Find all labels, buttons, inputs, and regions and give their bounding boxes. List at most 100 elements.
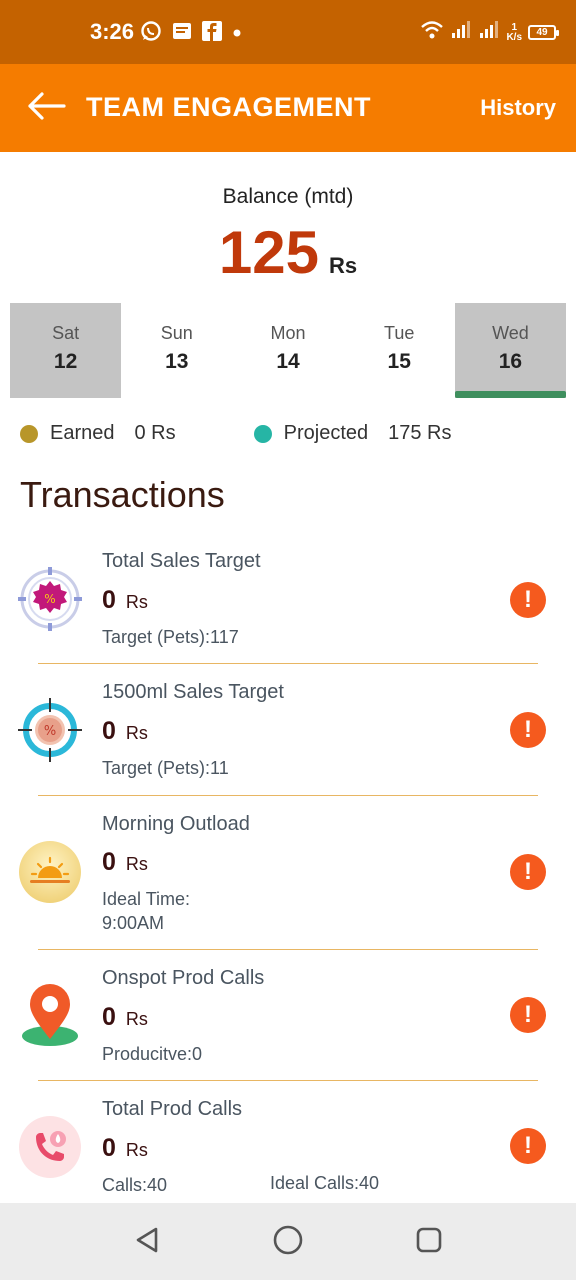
legend-earned: Earned 0 Rs	[20, 422, 176, 445]
transaction-amount: 0 Rs	[102, 717, 148, 746]
amount-unit: Rs	[125, 1140, 148, 1160]
earned-dot-icon	[20, 424, 38, 443]
amount-unit: Rs	[125, 592, 148, 612]
balance-label: Balance (mtd)	[222, 185, 354, 208]
history-button[interactable]: History	[480, 95, 556, 121]
projected-label: Projected	[283, 422, 369, 444]
day-number: 14	[276, 350, 300, 373]
facebook-icon	[202, 21, 222, 46]
amount-value: 0	[102, 586, 116, 614]
divider	[38, 949, 538, 950]
nav-back-button[interactable]	[130, 1225, 164, 1259]
balance-unit: Rs	[328, 253, 358, 278]
day-name: Sun	[160, 323, 193, 343]
day-selector: Sat 12 Sun 13 Mon 14 Tue 15 Wed 16	[10, 303, 567, 398]
dot-icon	[232, 25, 242, 43]
earned-label: Earned	[50, 422, 115, 444]
alert-icon[interactable]: !	[510, 1128, 546, 1164]
system-nav-bar	[0, 1203, 576, 1280]
transaction-detail-value: 9:00AM	[102, 913, 165, 933]
system-icons: 1 K/s 49	[420, 20, 559, 45]
day-tab-sat[interactable]: Sat 12	[10, 303, 122, 398]
day-tab-tue[interactable]: Tue 15	[344, 303, 455, 398]
transaction-amount: 0 Rs	[102, 848, 148, 877]
active-day-indicator	[454, 391, 567, 398]
transaction-detail: Target (Pets):11	[102, 758, 229, 778]
battery-level: 49	[536, 27, 548, 38]
nav-recents-button[interactable]	[412, 1225, 446, 1259]
transaction-detail-secondary: Ideal Calls:40	[270, 1173, 380, 1193]
day-tab-mon[interactable]: Mon 14	[232, 303, 343, 398]
transaction-amount: 0 Rs	[102, 586, 148, 615]
transactions-heading: Transactions	[20, 474, 225, 515]
arrow-left-icon	[26, 91, 66, 126]
day-name: Mon	[270, 323, 306, 343]
divider	[38, 795, 538, 796]
phone-call-icon	[18, 1115, 82, 1179]
day-number: 13	[165, 350, 189, 373]
balance-legend: Earned 0 Rs Projected 175 Rs	[20, 422, 452, 445]
amount-value: 0	[102, 1134, 116, 1162]
transaction-title: Morning Outload	[102, 813, 250, 835]
svg-text:%: %	[44, 724, 56, 739]
day-name: Wed	[492, 323, 529, 343]
sunrise-icon	[18, 840, 82, 904]
balance-value: 125	[218, 219, 319, 286]
transaction-detail: Producitve:0	[102, 1044, 203, 1064]
svg-text:%: %	[44, 592, 55, 606]
triangle-back-icon	[132, 1225, 162, 1260]
projected-value: 175 Rs	[388, 422, 452, 444]
divider	[38, 1080, 538, 1081]
day-tab-sun[interactable]: Sun 13	[121, 303, 232, 398]
signal-icon-2	[478, 20, 500, 45]
transaction-title: 1500ml Sales Target	[102, 681, 284, 703]
target-percent-icon: %	[18, 567, 82, 631]
transaction-detail: Target (Pets):117	[102, 627, 239, 647]
transaction-amount: 0 Rs	[102, 1134, 148, 1163]
transaction-title: Total Prod Calls	[102, 1098, 243, 1120]
status-bar: 3:26 1 K/s 49	[0, 0, 576, 64]
nav-home-button[interactable]	[271, 1225, 305, 1259]
amount-value: 0	[102, 717, 116, 745]
status-time: 3:26	[90, 19, 135, 44]
wifi-icon	[420, 20, 444, 45]
amount-unit: Rs	[125, 1009, 148, 1029]
whatsapp-icon	[140, 20, 162, 47]
transaction-detail: Calls:40	[102, 1175, 168, 1195]
crosshair-percent-icon: %	[18, 698, 82, 762]
notification-icons	[140, 20, 242, 47]
location-pin-icon	[18, 983, 82, 1047]
amount-value: 0	[102, 1003, 116, 1031]
circle-home-icon	[272, 1224, 304, 1261]
balance-amount: 125 Rs	[0, 218, 576, 287]
net-speed-unit: K/s	[506, 31, 522, 43]
legend-projected: Projected 175 Rs	[253, 422, 452, 445]
transaction-title: Onspot Prod Calls	[102, 967, 265, 989]
app-bar: TEAM ENGAGEMENT History	[0, 64, 576, 152]
projected-dot-icon	[253, 424, 272, 443]
day-name: Tue	[384, 323, 415, 343]
square-recents-icon	[415, 1226, 443, 1259]
amount-unit: Rs	[125, 723, 148, 743]
net-speed: 1 K/s	[506, 22, 522, 43]
day-number: 12	[53, 350, 78, 373]
day-tab-wed[interactable]: Wed 16	[454, 303, 567, 398]
earned-value: 0 Rs	[134, 422, 176, 444]
alert-icon[interactable]: !	[510, 854, 546, 890]
divider	[38, 663, 538, 664]
day-name: Sat	[52, 323, 80, 343]
amount-unit: Rs	[125, 854, 148, 874]
transaction-detail-label: Ideal Time:	[102, 889, 191, 909]
day-number: 16	[498, 350, 523, 373]
battery-icon: 49	[528, 25, 559, 40]
alert-icon[interactable]: !	[510, 582, 546, 618]
alert-icon[interactable]: !	[510, 997, 546, 1033]
page-title: TEAM ENGAGEMENT	[86, 92, 372, 122]
transaction-title: Total Sales Target	[102, 550, 261, 572]
alert-icon[interactable]: !	[510, 712, 546, 748]
transaction-amount: 0 Rs	[102, 1003, 148, 1032]
message-icon	[172, 21, 192, 46]
amount-value: 0	[102, 848, 116, 876]
back-button[interactable]	[24, 88, 68, 128]
day-number: 15	[387, 350, 411, 373]
